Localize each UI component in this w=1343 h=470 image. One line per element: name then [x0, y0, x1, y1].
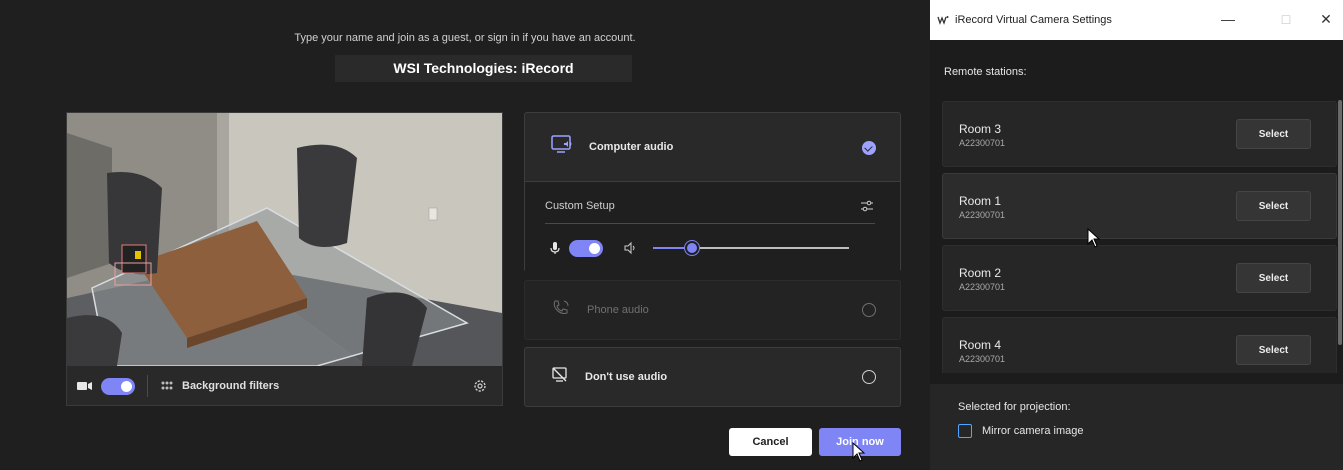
irecord-settings-window: iRecord Virtual Camera Settings — □ ✕ Re…	[930, 0, 1343, 470]
mic-speaker-row	[549, 236, 879, 260]
stations-scrollbar[interactable]	[1338, 100, 1342, 345]
custom-setup-label: Custom Setup	[545, 200, 615, 212]
station-id: A22300701	[959, 138, 1006, 148]
teams-prejoin-screen: Type your name and join as a guest, or s…	[0, 0, 930, 470]
computer-audio-option[interactable]: Computer audio Custom Setup	[524, 112, 901, 273]
camera-toggle[interactable]	[101, 377, 135, 395]
window-titlebar: iRecord Virtual Camera Settings — □ ✕	[930, 0, 1343, 40]
divider	[147, 375, 148, 397]
meeting-title: WSI Technologies: iRecord	[335, 55, 632, 82]
select-button[interactable]: Select	[1236, 335, 1311, 365]
dont-use-audio-label: Don't use audio	[585, 371, 668, 383]
background-filters-button[interactable]: Background filters	[160, 380, 279, 392]
computer-audio-header[interactable]: Computer audio	[525, 113, 900, 181]
computer-audio-label: Computer audio	[589, 141, 674, 153]
settings-gear-icon[interactable]	[472, 378, 488, 394]
station-name: Room 4	[959, 338, 1002, 352]
camera-preview	[67, 113, 502, 366]
background-filters-label: Background filters	[182, 380, 280, 392]
remote-stations-list: Room 3 A22300701 Select Room 1 A22300701…	[930, 97, 1343, 373]
speaker-icon	[623, 241, 637, 255]
select-button[interactable]: Select	[1236, 119, 1311, 149]
no-audio-icon	[551, 366, 569, 389]
cancel-button[interactable]: Cancel	[729, 428, 812, 456]
screen: Type your name and join as a guest, or s…	[0, 0, 1343, 470]
microphone-toggle[interactable]	[569, 239, 603, 257]
projection-label: Selected for projection:	[958, 401, 1071, 413]
speaker-volume-thumb[interactable]	[685, 241, 700, 255]
microphone-icon	[549, 241, 561, 255]
video-camera-icon	[77, 379, 93, 393]
phone-audio-icon	[551, 299, 571, 322]
station-item[interactable]: Room 3 A22300701 Select	[942, 101, 1337, 167]
irecord-logo-icon	[937, 16, 949, 25]
remote-stations-label: Remote stations:	[944, 66, 1027, 78]
computer-audio-icon	[551, 134, 573, 160]
mirror-camera-label: Mirror camera image	[982, 425, 1084, 437]
station-id: A22300701	[959, 354, 1006, 364]
sliders-icon[interactable]	[859, 198, 875, 214]
minimize-icon[interactable]: —	[1220, 10, 1236, 28]
join-instructions: Type your name and join as a guest, or s…	[294, 32, 636, 44]
custom-setup-section: Custom Setup	[525, 181, 900, 273]
station-item[interactable]: Room 4 A22300701 Select	[942, 317, 1337, 373]
maximize-icon[interactable]: □	[1278, 10, 1294, 28]
station-id: A22300701	[959, 282, 1006, 292]
phone-audio-label: Phone audio	[587, 304, 649, 316]
phone-audio-radio[interactable]	[862, 303, 876, 317]
station-item[interactable]: Room 2 A22300701 Select	[942, 245, 1337, 311]
speaker-volume-slider[interactable]	[653, 241, 849, 255]
phone-audio-row[interactable]: Phone audio	[525, 281, 900, 339]
mirror-camera-row[interactable]: Mirror camera image	[958, 424, 1083, 438]
projection-section: Selected for projection: Mirror camera i…	[930, 384, 1343, 470]
station-id: A22300701	[959, 210, 1006, 220]
dont-use-audio-row[interactable]: Don't use audio	[525, 348, 900, 406]
select-button[interactable]: Select	[1236, 191, 1311, 221]
check-icon	[862, 141, 876, 155]
station-name: Room 2	[959, 266, 1002, 280]
mirror-camera-checkbox[interactable]	[958, 424, 972, 438]
conference-room-image	[67, 113, 502, 366]
dont-use-audio-radio[interactable]	[862, 370, 876, 384]
dont-use-audio-option[interactable]: Don't use audio	[524, 347, 901, 407]
custom-setup-row[interactable]: Custom Setup	[545, 200, 875, 224]
station-name: Room 3	[959, 122, 1002, 136]
select-button[interactable]: Select	[1236, 263, 1311, 293]
mouse-cursor-icon	[852, 442, 866, 462]
background-filters-icon	[161, 381, 173, 390]
mouse-cursor-icon	[1087, 228, 1101, 248]
phone-audio-option[interactable]: Phone audio	[524, 280, 901, 340]
video-controls-bar: Background filters	[67, 366, 502, 406]
video-preview-card: Background filters	[66, 112, 503, 406]
station-item[interactable]: Room 1 A22300701 Select	[942, 173, 1337, 239]
station-name: Room 1	[959, 194, 1002, 208]
close-icon[interactable]: ✕	[1318, 10, 1334, 28]
window-title: iRecord Virtual Camera Settings	[955, 14, 1112, 26]
